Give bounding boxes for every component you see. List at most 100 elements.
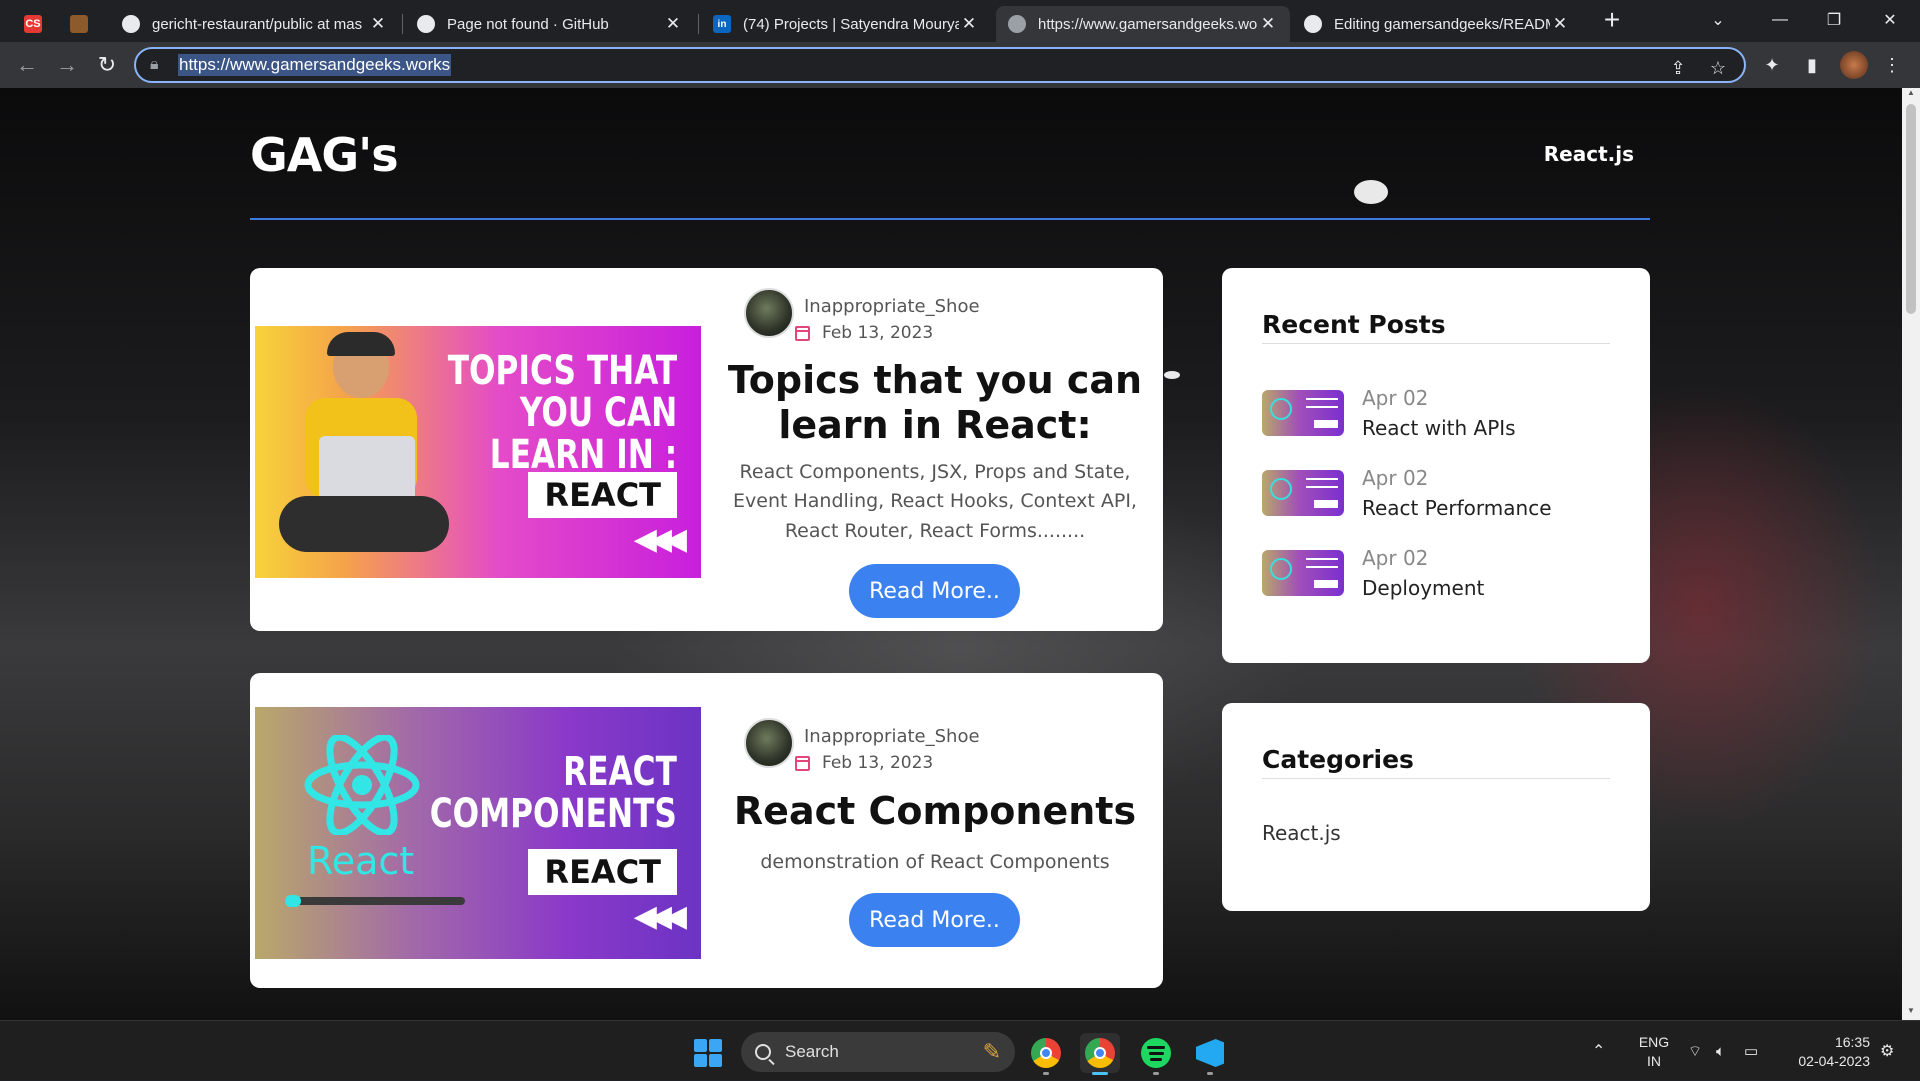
react-logo-text: React xyxy=(307,839,415,883)
thumbnail-line: LEARN IN : xyxy=(489,432,677,478)
language-indicator[interactable]: ENG IN xyxy=(1634,1033,1674,1071)
divider xyxy=(1262,343,1610,344)
read-more-button[interactable]: Read More.. xyxy=(849,564,1020,618)
recent-post-title[interactable]: React with APIs xyxy=(1362,416,1516,440)
new-tab-button[interactable]: + xyxy=(1584,0,1640,40)
close-icon[interactable]: ✕ xyxy=(959,14,979,34)
bookmark-star-icon[interactable]: ☆ xyxy=(1706,56,1730,80)
avatar xyxy=(744,288,794,338)
recent-post-item[interactable]: Apr 02 Deployment xyxy=(1262,546,1622,606)
author-name: Inappropriate_Shoe xyxy=(804,725,980,747)
recent-post-item[interactable]: Apr 02 React with APIs xyxy=(1262,386,1622,446)
globe-icon xyxy=(1008,15,1026,33)
progress-track xyxy=(285,895,465,907)
ceiling-light xyxy=(1354,180,1388,204)
tab-strip: CS gericht-restaurant/public at mas ✕ Pa… xyxy=(0,0,1920,42)
clock-date: 02-04-2023 xyxy=(1798,1053,1870,1069)
post-title[interactable]: Topics that you can learn in React: xyxy=(720,358,1150,448)
thumbnail-line: YOU CAN xyxy=(519,390,677,436)
recent-post-date: Apr 02 xyxy=(1362,466,1429,490)
scroll-up-icon[interactable]: ▲ xyxy=(1902,88,1920,102)
side-panel-icon[interactable]: ▮ xyxy=(1800,53,1824,77)
close-icon[interactable]: ✕ xyxy=(1550,14,1570,34)
category-link-reactjs[interactable]: React.js xyxy=(1262,821,1341,845)
recent-post-date: Apr 02 xyxy=(1362,386,1429,410)
forward-arrow-icon[interactable]: → xyxy=(52,50,82,80)
calendar-icon xyxy=(795,325,810,341)
menu-kebab-icon[interactable]: ⋮ xyxy=(1880,53,1904,77)
volume-icon[interactable]: 🔈︎ xyxy=(1716,1021,1725,1081)
tab-search-chevron-icon[interactable]: ⌄ xyxy=(1690,0,1746,40)
address-bar[interactable]: 🔒︎ https://www.gamersandgeeks.works ⇪ ☆ xyxy=(134,47,1746,83)
taskbar-clock[interactable]: 16:35 02-04-2023 xyxy=(1780,1033,1870,1071)
tab-gamersandgeeks[interactable]: https://www.gamersandgeeks.wo ✕ xyxy=(996,6,1290,42)
recent-post-thumbnail xyxy=(1262,470,1344,516)
post-thumbnail[interactable]: TOPICS THAT YOU CAN LEARN IN : REACT ◀◀◀ xyxy=(255,326,701,578)
recent-post-title[interactable]: Deployment xyxy=(1362,576,1484,600)
thumbnail-line: TOPICS THAT xyxy=(447,348,677,394)
region-code: IN xyxy=(1647,1053,1661,1069)
notifications-icon[interactable]: ⚙︎ xyxy=(1880,1021,1894,1081)
close-icon[interactable]: ✕ xyxy=(368,14,388,34)
calendar-icon xyxy=(795,755,810,771)
tab-pinned-2[interactable] xyxy=(60,6,104,42)
show-hidden-icons-chevron[interactable]: ⌃ xyxy=(1592,1021,1605,1081)
recent-post-item[interactable]: Apr 02 React Performance xyxy=(1262,466,1622,526)
chrome-profile-app-icon[interactable] xyxy=(1080,1033,1120,1075)
thumbnail-line: REACT xyxy=(563,749,677,795)
restore-button[interactable]: ❐ xyxy=(1806,0,1862,40)
close-icon[interactable]: ✕ xyxy=(663,14,683,34)
linkedin-icon: in xyxy=(713,15,731,33)
post-excerpt: React Components, JSX, Props and State, … xyxy=(733,461,1137,542)
tab-page-not-found[interactable]: Page not found · GitHub ✕ xyxy=(405,6,695,42)
recent-post-title[interactable]: React Performance xyxy=(1362,496,1552,520)
post-title[interactable]: React Components xyxy=(720,789,1150,834)
site-logo[interactable]: GAG's xyxy=(250,128,399,182)
github-icon xyxy=(122,15,140,33)
profile-avatar[interactable] xyxy=(1840,51,1868,79)
lock-icon: 🔒︎ xyxy=(150,56,159,73)
tab-title: Editing gamersandgeeks/READM xyxy=(1334,15,1550,33)
recent-post-date: Apr 02 xyxy=(1362,546,1429,570)
wifi-icon[interactable]: ⌔ xyxy=(1688,1021,1702,1081)
tab-editing-readme[interactable]: Editing gamersandgeeks/READM ✕ xyxy=(1292,6,1582,42)
categories-widget: Categories React.js xyxy=(1222,703,1650,911)
close-window-button[interactable]: ✕ xyxy=(1862,0,1918,40)
tab-title: (74) Projects | Satyendra Mourya xyxy=(743,15,959,33)
url-text[interactable]: https://www.gamersandgeeks.works xyxy=(178,54,452,76)
taskbar-search[interactable]: Search ✎ xyxy=(741,1032,1015,1072)
windows-taskbar: Search ✎ ⌃ ENG IN ⌔ 🔈︎ ▭ 16:35 02-04-202… xyxy=(0,1020,1920,1080)
rewind-icon: ◀◀◀ xyxy=(633,523,687,556)
date-text: Feb 13, 2023 xyxy=(822,323,934,343)
spotify-app-icon[interactable] xyxy=(1136,1033,1176,1075)
chrome-app-icon[interactable] xyxy=(1026,1033,1066,1075)
tab-linkedin-projects[interactable]: in (74) Projects | Satyendra Mourya ✕ xyxy=(701,6,991,42)
read-more-button[interactable]: Read More.. xyxy=(849,893,1020,947)
tab-gericht-restaurant[interactable]: gericht-restaurant/public at mas ✕ xyxy=(110,6,400,42)
post-thumbnail[interactable]: React REACT COMPONENTS REACT ◀◀◀ xyxy=(255,707,701,959)
search-icon xyxy=(755,1044,771,1060)
author-name: Inappropriate_Shoe xyxy=(804,295,980,317)
rewind-icon: ◀◀◀ xyxy=(633,900,687,933)
tab-title: Page not found · GitHub xyxy=(447,15,609,33)
vscode-app-icon[interactable] xyxy=(1190,1033,1230,1075)
recent-posts-heading: Recent Posts xyxy=(1262,310,1446,339)
thumbnail-tag: REACT xyxy=(528,472,677,518)
thumbnail-heading: REACT COMPONENTS xyxy=(430,751,677,835)
battery-icon[interactable]: ▭ xyxy=(1744,1021,1758,1081)
scrollbar-thumb[interactable] xyxy=(1906,104,1916,314)
minimize-button[interactable]: — xyxy=(1752,0,1808,40)
github-icon xyxy=(417,15,435,33)
post-card: TOPICS THAT YOU CAN LEARN IN : REACT ◀◀◀… xyxy=(250,268,1163,631)
reload-icon[interactable]: ↻ xyxy=(92,50,122,80)
back-arrow-icon[interactable]: ← xyxy=(12,50,42,80)
nav-link-reactjs[interactable]: React.js xyxy=(1544,142,1634,166)
categories-heading: Categories xyxy=(1262,745,1414,774)
windows-start-icon[interactable] xyxy=(694,1039,722,1067)
close-icon[interactable]: ✕ xyxy=(1258,14,1278,34)
page-scrollbar[interactable]: ▲ ▼ xyxy=(1902,88,1920,1020)
extensions-puzzle-icon[interactable]: ✦ xyxy=(1760,53,1784,77)
scroll-down-icon[interactable]: ▼ xyxy=(1902,1006,1920,1020)
share-icon[interactable]: ⇪ xyxy=(1666,56,1690,80)
tab-pinned-1[interactable]: CS xyxy=(14,6,58,42)
